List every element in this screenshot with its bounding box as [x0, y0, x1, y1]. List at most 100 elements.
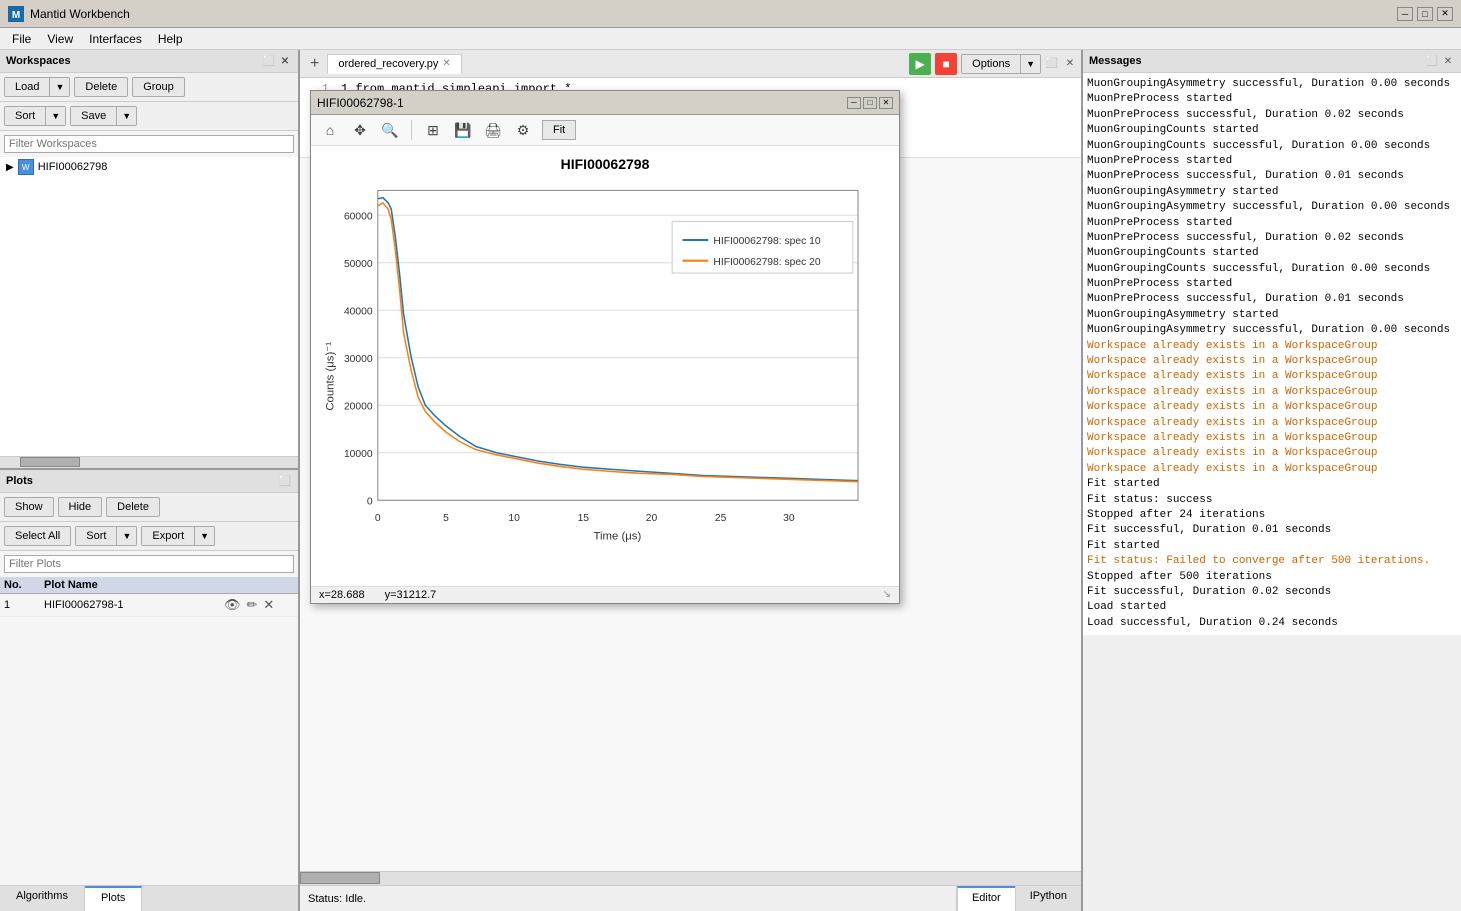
- workspace-filter-input[interactable]: [4, 135, 294, 153]
- plot-close-icon[interactable]: ✕: [263, 597, 274, 613]
- plots-export-button[interactable]: Export: [142, 527, 195, 545]
- save-dropdown[interactable]: ▼: [117, 107, 136, 125]
- minimize-button[interactable]: ─: [1397, 7, 1413, 21]
- sort-dropdown[interactable]: ▼: [46, 107, 65, 125]
- options-dropdown[interactable]: ▼: [1021, 55, 1040, 73]
- plots-toolbar: Show Hide Delete: [0, 493, 298, 522]
- plot-edit-icon[interactable]: ✏: [247, 597, 258, 613]
- svg-text:0: 0: [375, 513, 381, 524]
- stop-button[interactable]: ■: [935, 53, 957, 75]
- editor-close-icon[interactable]: ✕: [1063, 57, 1077, 71]
- editor-expand-icon[interactable]: ⬜: [1045, 57, 1059, 71]
- plots-sort-button[interactable]: Sort: [76, 527, 117, 545]
- plots-select-all-button[interactable]: Select All: [4, 526, 71, 546]
- scrollbar-thumb[interactable]: [20, 457, 80, 467]
- tab-editor[interactable]: Editor: [957, 886, 1015, 911]
- menu-view[interactable]: View: [39, 30, 81, 48]
- workspace-tree-item[interactable]: ▶ W HIFI00062798: [0, 157, 298, 177]
- pan-icon[interactable]: ✥: [349, 119, 371, 141]
- plots-filter-input[interactable]: [4, 555, 294, 573]
- close-button[interactable]: ✕: [1437, 7, 1453, 21]
- svg-text:Time (μs): Time (μs): [594, 530, 642, 542]
- tab-algorithms[interactable]: Algorithms: [0, 886, 85, 911]
- message-line: MuonPreProcess successful, Duration 0.02…: [1087, 231, 1457, 246]
- toolbar-separator: [411, 120, 412, 140]
- plot-area: HIFI00062798 Counts (μs)⁻¹: [311, 146, 899, 586]
- svg-text:20000: 20000: [344, 401, 373, 412]
- editor-tabs: + ordered_recovery.py ✕: [304, 54, 462, 74]
- menu-help[interactable]: Help: [150, 30, 191, 48]
- svg-text:30000: 30000: [344, 354, 373, 365]
- svg-text:Counts (μs)⁻¹: Counts (μs)⁻¹: [324, 342, 336, 411]
- svg-text:60000: 60000: [344, 211, 373, 222]
- print-icon[interactable]: 🖨: [482, 119, 504, 141]
- zoom-icon[interactable]: 🔍: [379, 119, 401, 141]
- center-scrollbar-thumb[interactable]: [300, 872, 380, 884]
- svg-text:HIFI00062798: spec 20: HIFI00062798: spec 20: [713, 257, 820, 268]
- table-row[interactable]: 1 HIFI00062798-1 👁 ✏ ✕: [0, 594, 298, 617]
- maximize-button[interactable]: □: [1417, 7, 1433, 21]
- messages-scroll[interactable]: MuonGroupingAsymmetry successful, Durati…: [1083, 73, 1461, 911]
- message-line: Fit successful, Duration 0.02 seconds: [1087, 585, 1457, 600]
- load-button[interactable]: Load: [5, 78, 50, 96]
- plot-minimize-button[interactable]: ─: [847, 97, 861, 109]
- options-button[interactable]: Options: [962, 55, 1021, 73]
- plot-visibility-icon[interactable]: 👁: [224, 597, 241, 613]
- plots-expand-icon[interactable]: ⬜: [278, 474, 292, 488]
- group-button[interactable]: Group: [132, 77, 185, 97]
- fit-button[interactable]: Fit: [542, 120, 576, 140]
- svg-text:HIFI00062798: spec 10: HIFI00062798: spec 10: [713, 236, 820, 247]
- workspace-scrollbar[interactable]: [0, 456, 298, 468]
- message-line: MuonPreProcess started: [1087, 216, 1457, 231]
- message-line: MuonPreProcess successful, Duration 0.01…: [1087, 292, 1457, 307]
- load-dropdown[interactable]: ▼: [50, 78, 69, 96]
- messages-close-icon[interactable]: ✕: [1441, 54, 1455, 68]
- editor-tab-active[interactable]: ordered_recovery.py ✕: [327, 54, 461, 74]
- editor-bottom-tabs: Editor IPython: [957, 886, 1081, 911]
- message-line: Workspace already exists in a WorkspaceG…: [1087, 431, 1457, 446]
- run-button[interactable]: ▶: [909, 53, 931, 75]
- messages-expand-icon[interactable]: ⬜: [1425, 54, 1439, 68]
- editor-run-controls: ▶ ■ Options ▼ ⬜ ✕: [909, 53, 1077, 75]
- message-line: Workspace already exists in a WorkspaceG…: [1087, 462, 1457, 477]
- svg-text:20: 20: [646, 513, 658, 524]
- tab-close-icon[interactable]: ✕: [442, 58, 450, 69]
- plots-delete-button[interactable]: Delete: [106, 497, 160, 517]
- tab-add-button[interactable]: +: [304, 55, 325, 73]
- tab-plots[interactable]: Plots: [85, 886, 142, 911]
- left-bottom-tabs: Algorithms Plots: [0, 885, 298, 911]
- message-line: MuonGroupingAsymmetry successful, Durati…: [1087, 323, 1457, 338]
- save-button[interactable]: Save: [71, 107, 117, 125]
- plots-sort-dropdown[interactable]: ▼: [117, 527, 136, 545]
- plot-maximize-button[interactable]: □: [863, 97, 877, 109]
- plot-resize-icon[interactable]: ↘: [883, 589, 891, 601]
- workspaces-expand-icon[interactable]: ⬜: [262, 54, 276, 68]
- plot-title: HIFI00062798: [321, 156, 889, 172]
- workspaces-header: Workspaces ⬜ ✕: [0, 50, 298, 73]
- svg-text:5: 5: [443, 513, 449, 524]
- menu-interfaces[interactable]: Interfaces: [81, 30, 150, 48]
- grid-icon[interactable]: ⊞: [422, 119, 444, 141]
- center-scrollbar-h[interactable]: [300, 871, 1081, 885]
- settings-icon[interactable]: ⚙: [512, 119, 534, 141]
- message-line: Workspace already exists in a WorkspaceG…: [1087, 339, 1457, 354]
- plot-close-button[interactable]: ✕: [879, 97, 893, 109]
- sort-button[interactable]: Sort: [5, 107, 46, 125]
- app-icon: M: [8, 6, 24, 22]
- workspaces-close-icon[interactable]: ✕: [278, 54, 292, 68]
- home-icon[interactable]: ⌂: [319, 119, 341, 141]
- save-plot-icon[interactable]: 💾: [452, 119, 474, 141]
- tab-ipython[interactable]: IPython: [1015, 886, 1081, 911]
- col-header-no: No.: [4, 579, 44, 591]
- plots-hide-button[interactable]: Hide: [58, 497, 103, 517]
- plots-show-button[interactable]: Show: [4, 497, 54, 517]
- sort-btn-group: Sort ▼: [4, 106, 66, 126]
- message-line: Workspace already exists in a WorkspaceG…: [1087, 354, 1457, 369]
- menu-bar: File View Interfaces Help: [0, 28, 1461, 50]
- delete-button[interactable]: Delete: [74, 77, 128, 97]
- plots-export-dropdown[interactable]: ▼: [195, 527, 214, 545]
- menu-file[interactable]: File: [4, 30, 39, 48]
- message-line: Workspace already exists in a WorkspaceG…: [1087, 385, 1457, 400]
- message-line: Load successful, Duration 0.24 seconds: [1087, 616, 1457, 631]
- plot-status-x: x=28.688: [319, 589, 365, 601]
